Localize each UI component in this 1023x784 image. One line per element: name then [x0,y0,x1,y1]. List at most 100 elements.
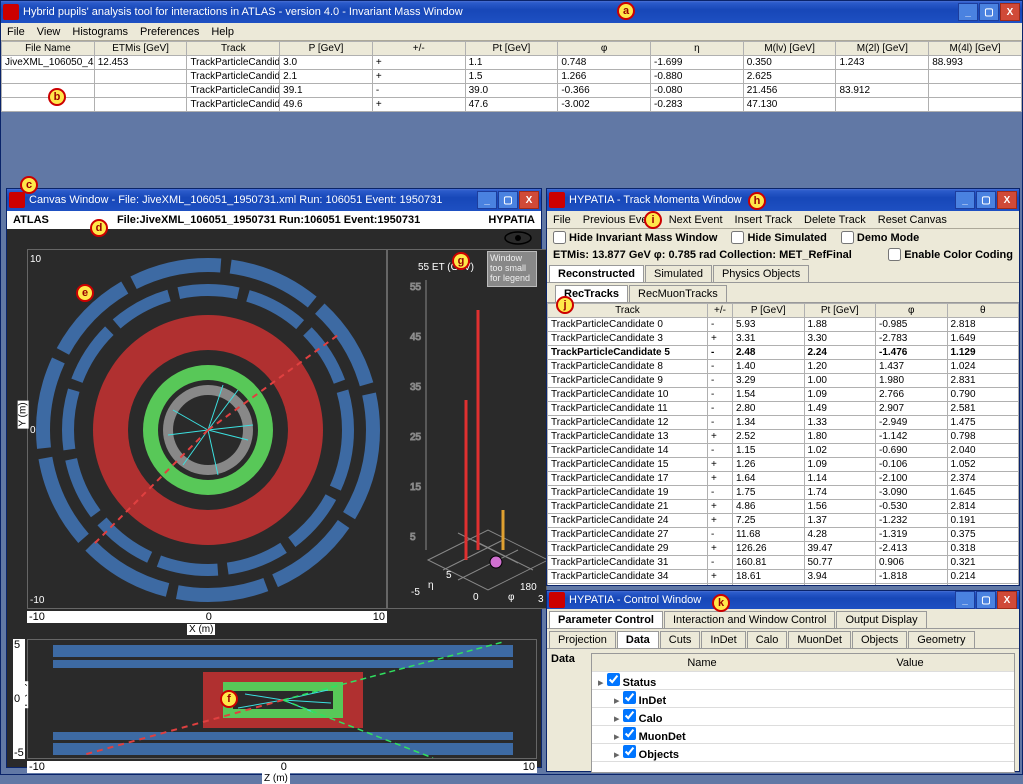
table-row[interactable]: TrackParticleCandidate 19-1.751.74-3.090… [548,486,1019,500]
table-row[interactable]: TrackParticleCandidate 29+126.2639.47-2.… [548,542,1019,556]
tree-item[interactable]: ▸ MuonDet [592,726,1014,744]
table-row[interactable]: TrackParticleCandidate 34+18.613.94-1.81… [548,570,1019,584]
tab-projection[interactable]: Projection [549,631,616,648]
tree-checkbox[interactable] [607,673,620,686]
column-header[interactable]: Pt [GeV] [804,304,876,318]
table-row[interactable]: TrackParticleCandidate 27-11.684.28-1.31… [548,528,1019,542]
column-header[interactable]: ETMis [GeV] [94,42,187,56]
table-row[interactable]: TrackParticleCandidate 2049.6+47.6-3.002… [2,98,1022,112]
table-row[interactable]: TrackParticleCandidate 15+1.261.09-0.106… [548,458,1019,472]
table-row[interactable]: TrackParticleCandidate 72.1+1.51.266-0.8… [2,70,1022,84]
tab-data[interactable]: Data [617,631,659,648]
menu-view[interactable]: View [37,26,61,38]
table-row[interactable]: TrackParticleCandidate 5-2.482.24-1.4761… [548,346,1019,360]
column-header[interactable]: φ [558,42,651,56]
tree-item[interactable]: ▸ Objects [592,744,1014,762]
table-row[interactable]: TrackParticleCandidate 24+7.251.37-1.232… [548,514,1019,528]
menu-histograms[interactable]: Histograms [72,26,128,38]
momenta-titlebar[interactable]: HYPATIA - Track Momenta Window _ ▢ X [547,189,1019,211]
tab-calo[interactable]: Calo [747,631,788,648]
main-titlebar[interactable]: Hybrid pupils' analysis tool for interac… [1,1,1022,23]
chk-demo[interactable]: Demo Mode [841,231,919,244]
minimize-button[interactable]: _ [958,3,978,21]
table-row[interactable]: TrackParticleCandidate 639.1-39.0-0.366-… [2,84,1022,98]
chk-color[interactable]: Enable Color Coding [888,248,1013,261]
tab-geometry[interactable]: Geometry [908,631,974,648]
maximize-button[interactable]: ▢ [979,3,999,21]
column-header[interactable]: P [GeV] [733,304,805,318]
table-row[interactable]: TrackParticleCandidate 10-1.541.092.7660… [548,388,1019,402]
minimize-button[interactable]: _ [955,591,975,609]
column-header[interactable]: M(lv) [GeV] [743,42,836,56]
table-row[interactable]: TrackParticleCandidate 8-1.401.201.4371.… [548,360,1019,374]
tree-item[interactable]: ▸ Status [592,672,1014,690]
menu-next[interactable]: Next Event [669,214,723,226]
tree-item[interactable]: ▸ Calo [592,708,1014,726]
control-titlebar[interactable]: HYPATIA - Control Window _ ▢ X [547,591,1019,609]
column-header[interactable]: M(4l) [GeV] [929,42,1022,56]
close-button[interactable]: X [1000,3,1020,21]
expand-icon[interactable]: ▸ [598,677,607,689]
fisheye-icon[interactable] [503,231,533,248]
tab-indet[interactable]: InDet [701,631,745,648]
table-row[interactable]: TrackParticleCandidate 14-1.151.02-0.690… [548,444,1019,458]
tracks-table[interactable]: Track+/-P [GeV]Pt [GeV]φθ TrackParticleC… [547,303,1019,585]
tab-recmuon[interactable]: RecMuonTracks [629,285,727,302]
mass-table[interactable]: File NameETMis [GeV]TrackP [GeV]+/-Pt [G… [1,41,1022,112]
tree-checkbox[interactable] [623,727,636,740]
table-row[interactable]: TrackParticleCandidate 12-1.341.33-2.949… [548,416,1019,430]
close-button[interactable]: X [519,191,539,209]
minimize-button[interactable]: _ [477,191,497,209]
expand-icon[interactable]: ▸ [614,695,623,707]
menu-file[interactable]: File [7,26,25,38]
column-header[interactable]: P [GeV] [280,42,373,56]
maximize-button[interactable]: ▢ [976,591,996,609]
expand-icon[interactable]: ▸ [614,731,623,743]
column-header[interactable]: φ [876,304,948,318]
column-header[interactable]: +/- [708,304,733,318]
close-button[interactable]: X [997,191,1017,209]
tree-checkbox[interactable] [623,691,636,704]
column-header[interactable]: +/- [372,42,465,56]
table-row[interactable]: JiveXML_106050_4224648.xml12.453TrackPar… [2,56,1022,70]
column-header[interactable]: Pt [GeV] [465,42,558,56]
menu-file[interactable]: File [553,214,571,226]
tree-checkbox[interactable] [623,709,636,722]
table-row[interactable]: TrackParticleCandidate 11-2.801.492.9072… [548,402,1019,416]
rz-view[interactable] [27,639,537,759]
canvas-titlebar[interactable]: Canvas Window - File: JiveXML_106051_195… [7,189,541,211]
tab-physics[interactable]: Physics Objects [713,265,809,282]
tab-output[interactable]: Output Display [836,611,926,628]
menu-help[interactable]: Help [211,26,234,38]
histogram-view[interactable]: 55 ET (GeV) 55 45 35 25 15 5 η [387,249,547,609]
tab-simulated[interactable]: Simulated [645,265,712,282]
table-row[interactable]: TrackParticleCandidate 9-3.291.001.9802.… [548,374,1019,388]
tree-checkbox[interactable] [623,745,636,758]
minimize-button[interactable]: _ [955,191,975,209]
tab-muondet[interactable]: MuonDet [788,631,851,648]
chk-hide-sim[interactable]: Hide Simulated [731,231,826,244]
chk-hide-mass[interactable]: Hide Invariant Mass Window [553,231,717,244]
tab-cuts[interactable]: Cuts [660,631,701,648]
close-button[interactable]: X [997,591,1017,609]
tree-pane[interactable]: Name Value ▸ Status▸ InDet▸ Calo▸ MuonDe… [591,653,1015,773]
column-header[interactable]: θ [947,304,1019,318]
tab-objects[interactable]: Objects [852,631,907,648]
column-header[interactable]: File Name [2,42,95,56]
expand-icon[interactable]: ▸ [614,749,623,761]
expand-icon[interactable]: ▸ [614,713,623,725]
column-header[interactable]: Track [187,42,280,56]
menu-insert[interactable]: Insert Track [735,214,792,226]
maximize-button[interactable]: ▢ [498,191,518,209]
canvas-area[interactable]: 10 0 -10 Y (m) -10010 X (m) 55 ET (GeV) … [7,229,541,767]
table-row[interactable]: TrackParticleCandidate 31-160.8150.770.9… [548,556,1019,570]
table-row[interactable]: TrackParticleCandidate 17+1.641.14-2.100… [548,472,1019,486]
table-row[interactable]: TrackParticleCandidate 13+2.521.80-1.142… [548,430,1019,444]
menu-reset[interactable]: Reset Canvas [878,214,947,226]
xy-view[interactable]: 10 0 -10 [27,249,387,609]
tab-interaction[interactable]: Interaction and Window Control [664,611,835,628]
tree-item[interactable]: ▸ InDet [592,690,1014,708]
maximize-button[interactable]: ▢ [976,191,996,209]
menu-delete[interactable]: Delete Track [804,214,866,226]
column-header[interactable]: η [651,42,744,56]
